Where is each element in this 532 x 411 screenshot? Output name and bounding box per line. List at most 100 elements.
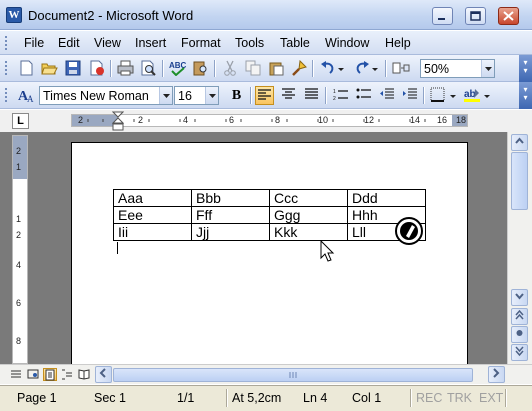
menu-edit[interactable]: Edit bbox=[58, 36, 80, 50]
mouse-pointer-icon bbox=[320, 240, 335, 262]
document-page[interactable] bbox=[71, 142, 468, 367]
formatting-toolbar: AA Times New Roman 16 B 12 ab ▾ ▾ bbox=[0, 82, 532, 109]
normal-view-icon[interactable] bbox=[9, 368, 23, 381]
table-cell[interactable]: Eee bbox=[113, 206, 192, 224]
numbering-icon[interactable]: 12 bbox=[331, 86, 350, 105]
borders-dropdown-icon[interactable] bbox=[448, 86, 458, 105]
toolbar-separator bbox=[423, 87, 424, 104]
table-move-handle-icon[interactable] bbox=[394, 216, 424, 246]
vertical-ruler[interactable]: 2 1 1 2 4 6 8 bbox=[12, 135, 28, 364]
document-table[interactable]: Aaa Bbb Ccc Ddd Eee Fff Ggg Hhh Iii Jjj … bbox=[113, 189, 426, 241]
copy-icon[interactable] bbox=[243, 59, 262, 78]
permission-icon[interactable] bbox=[87, 59, 106, 78]
menu-table[interactable]: Table bbox=[280, 36, 310, 50]
spelling-grammar-icon[interactable]: ABC bbox=[168, 59, 187, 78]
new-document-icon[interactable] bbox=[17, 59, 36, 78]
vertical-scrollbar[interactable] bbox=[507, 132, 532, 364]
styles-icon[interactable]: AA bbox=[17, 86, 36, 105]
undo-icon[interactable] bbox=[318, 59, 337, 78]
increase-indent-icon[interactable] bbox=[400, 86, 419, 105]
justify-button[interactable] bbox=[302, 86, 321, 105]
table-cell[interactable]: Aaa bbox=[113, 189, 192, 207]
font-size-select[interactable]: 16 bbox=[174, 86, 219, 105]
menu-help[interactable]: Help bbox=[385, 36, 411, 50]
print-layout-view-icon[interactable] bbox=[43, 368, 57, 381]
highlight-dropdown-icon[interactable] bbox=[482, 86, 492, 105]
chevron-down-icon[interactable] bbox=[481, 60, 494, 77]
scroll-up-button[interactable] bbox=[511, 134, 528, 151]
vertical-scroll-thumb[interactable] bbox=[511, 152, 528, 210]
table-cell[interactable]: Fff bbox=[191, 206, 270, 224]
scroll-right-button[interactable] bbox=[488, 366, 505, 383]
maximize-button[interactable] bbox=[465, 7, 486, 25]
align-left-button[interactable] bbox=[255, 86, 274, 105]
status-trk[interactable]: TRK bbox=[447, 391, 472, 405]
horizontal-scroll-thumb[interactable] bbox=[113, 368, 473, 382]
save-icon[interactable] bbox=[63, 59, 82, 78]
chevron-down-icon[interactable] bbox=[205, 87, 218, 104]
insert-hyperlink-icon[interactable] bbox=[391, 59, 410, 78]
scroll-left-button[interactable] bbox=[95, 366, 112, 383]
formatting-toolbar-grip[interactable] bbox=[4, 87, 8, 104]
toolbar-separator bbox=[325, 87, 326, 104]
redo-dropdown-icon[interactable] bbox=[370, 59, 380, 78]
decrease-indent-icon[interactable] bbox=[377, 86, 396, 105]
toolbar-separator bbox=[110, 60, 111, 77]
status-ext[interactable]: EXT bbox=[479, 391, 503, 405]
print-icon[interactable] bbox=[116, 59, 135, 78]
font-name-select[interactable]: Times New Roman bbox=[39, 86, 173, 105]
paste-icon[interactable] bbox=[266, 59, 285, 78]
reading-layout-view-icon[interactable] bbox=[77, 368, 91, 381]
cut-icon[interactable] bbox=[220, 59, 239, 78]
chevron-down-icon[interactable] bbox=[159, 87, 172, 104]
status-rec[interactable]: REC bbox=[416, 391, 442, 405]
zoom-select[interactable]: 50% bbox=[420, 59, 495, 78]
next-page-button[interactable] bbox=[511, 344, 528, 361]
menu-tools[interactable]: Tools bbox=[235, 36, 264, 50]
scroll-down-button[interactable] bbox=[511, 289, 528, 306]
indent-markers-icon[interactable] bbox=[112, 111, 124, 132]
status-position: At 5,2cm bbox=[232, 391, 282, 405]
table-cell[interactable]: Kkk bbox=[269, 223, 348, 241]
svg-text:2: 2 bbox=[333, 96, 336, 101]
toolbar-separator bbox=[250, 87, 251, 104]
menu-insert[interactable]: Insert bbox=[135, 36, 166, 50]
table-cell[interactable]: Jjj bbox=[191, 223, 270, 241]
tab-selector[interactable]: L bbox=[12, 113, 29, 129]
close-button[interactable] bbox=[498, 7, 519, 25]
print-preview-icon[interactable] bbox=[139, 59, 158, 78]
horizontal-ruler[interactable]: 2 2 4 6 8 10 12 14 16 18 bbox=[71, 114, 468, 127]
status-divider bbox=[226, 389, 227, 407]
web-layout-view-icon[interactable] bbox=[26, 368, 40, 381]
toolbar-options-chevron[interactable]: ▾ ▾ bbox=[519, 82, 532, 109]
title-bar: W Document2 - Microsoft Word bbox=[0, 0, 532, 30]
bullets-icon[interactable] bbox=[354, 86, 373, 105]
redo-icon[interactable] bbox=[352, 59, 371, 78]
menu-window[interactable]: Window bbox=[325, 36, 369, 50]
research-icon[interactable] bbox=[191, 59, 210, 78]
borders-icon[interactable] bbox=[428, 86, 447, 105]
menu-file[interactable]: File bbox=[24, 36, 44, 50]
table-cell[interactable]: Bbb bbox=[191, 189, 270, 207]
table-cell[interactable]: Ggg bbox=[269, 206, 348, 224]
previous-page-button[interactable] bbox=[511, 308, 528, 325]
minimize-button[interactable] bbox=[432, 7, 453, 25]
open-folder-icon[interactable] bbox=[40, 59, 59, 78]
table-cell[interactable]: Iii bbox=[113, 223, 192, 241]
select-browse-object-button[interactable] bbox=[511, 326, 528, 343]
menu-view[interactable]: View bbox=[94, 36, 121, 50]
table-cell[interactable]: Ddd bbox=[347, 189, 426, 207]
ruler-label: 1 bbox=[16, 162, 22, 172]
bold-button[interactable]: B bbox=[227, 86, 246, 105]
table-cell[interactable]: Ccc bbox=[269, 189, 348, 207]
toolbar-options-chevron[interactable]: ▾ ▾ bbox=[519, 55, 532, 82]
undo-dropdown-icon[interactable] bbox=[336, 59, 346, 78]
menu-bar-grip[interactable] bbox=[4, 35, 8, 51]
menu-format[interactable]: Format bbox=[181, 36, 221, 50]
outline-view-icon[interactable] bbox=[60, 368, 74, 381]
standard-toolbar-grip[interactable] bbox=[4, 60, 8, 77]
highlight-icon[interactable]: ab bbox=[462, 86, 481, 105]
format-painter-icon[interactable] bbox=[289, 59, 308, 78]
word-app-icon[interactable]: W bbox=[6, 7, 22, 23]
align-center-button[interactable] bbox=[279, 86, 298, 105]
